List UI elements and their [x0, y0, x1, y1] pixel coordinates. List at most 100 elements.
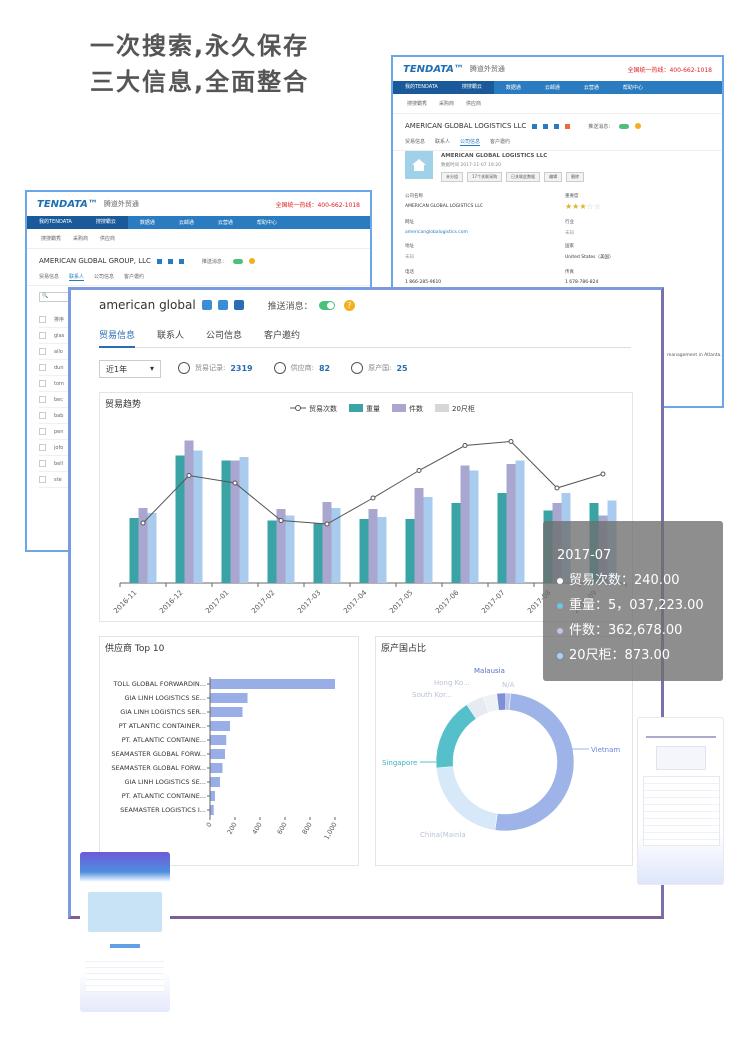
subnav-item[interactable]: 供应商 [466, 100, 481, 107]
legend-dot-icon [557, 652, 563, 659]
nav-item[interactable]: 我的TENDATA [27, 216, 84, 229]
field-label: 行业 [565, 220, 574, 225]
row-checkbox[interactable] [39, 348, 46, 355]
supplier-bar [210, 679, 335, 689]
tab-contacts[interactable]: 联系人 [69, 273, 85, 281]
nav-item[interactable]: 帮助中心 [611, 84, 655, 91]
donut-label: Hong Ko... [434, 679, 470, 687]
trend-bar [184, 440, 194, 583]
subnav-item[interactable]: 供应商 [100, 235, 115, 242]
row-checkbox[interactable] [39, 316, 46, 323]
push-toggle[interactable] [619, 123, 630, 129]
logo: TENDATA™ [403, 63, 464, 75]
subnav-item[interactable]: 搜搜霸秀 [41, 235, 61, 242]
field-value: United States（美国） [565, 255, 614, 260]
nav-item[interactable]: 云邮通 [533, 84, 572, 91]
nav-item[interactable]: 数据通 [494, 84, 533, 91]
linked-button[interactable]: 已关联此数据 [506, 172, 541, 182]
range-select[interactable]: 近1年 ▾ [99, 360, 161, 378]
group-select[interactable]: 未分组 [441, 172, 463, 182]
trend-point [462, 443, 468, 448]
preview-button [110, 944, 140, 948]
row-checkbox[interactable] [39, 412, 46, 419]
help-icon[interactable] [248, 258, 255, 264]
tab-contacts[interactable]: 联系人 [157, 328, 184, 347]
tooltip-line: 件数：362,678.00 [557, 618, 709, 643]
social-icon[interactable] [554, 123, 560, 129]
social-icon[interactable] [156, 258, 162, 264]
nav-item[interactable]: 云营通 [206, 219, 245, 226]
social-icon[interactable] [178, 258, 184, 264]
tab-invite[interactable]: 客户邀约 [124, 273, 144, 281]
donut-slice [435, 704, 477, 769]
hotline: 全国统一热线：400-662-1018 [627, 66, 712, 74]
trend-bar [423, 497, 433, 583]
nav-item[interactable]: 我的TENDATA [393, 81, 450, 94]
related-button[interactable]: 17个关联采购 [467, 172, 503, 182]
rating-stars[interactable]: ★★★☆☆ [565, 202, 601, 211]
trend-point [370, 495, 376, 501]
tab-trade[interactable]: 贸易信息 [39, 273, 59, 281]
row-checkbox[interactable] [39, 332, 46, 339]
trend-bar [175, 455, 185, 583]
supplier-bar [210, 693, 248, 703]
world-map-thumbnail [88, 892, 162, 932]
nav-item[interactable]: 数据通 [128, 219, 167, 226]
subnav-item[interactable]: 搜搜霸秀 [407, 100, 427, 107]
website-link[interactable]: americanglobalogistics.com [405, 230, 468, 235]
row-checkbox[interactable] [39, 364, 46, 371]
twitter-icon[interactable] [217, 300, 228, 310]
subnav-item[interactable]: 采购商 [73, 235, 88, 242]
social-icon[interactable] [532, 123, 538, 129]
donut-label: N/A [502, 681, 515, 689]
row-checkbox[interactable] [39, 380, 46, 387]
nav-item[interactable]: 云营通 [572, 84, 611, 91]
help-icon[interactable] [635, 123, 642, 129]
row-checkbox[interactable] [39, 444, 46, 451]
delete-button[interactable]: 删除 [566, 172, 585, 182]
push-toggle[interactable] [232, 258, 243, 264]
nav-item[interactable]: 搜搜霸云 [449, 81, 494, 94]
nav-item[interactable]: 帮助中心 [245, 219, 289, 226]
social-icon[interactable] [543, 123, 549, 129]
tab-company[interactable]: 公司信息 [460, 138, 481, 146]
row-checkbox[interactable] [39, 460, 46, 467]
row-checkbox[interactable] [39, 396, 46, 403]
row-checkbox[interactable] [39, 476, 46, 483]
social-icon[interactable] [167, 258, 173, 264]
field-label: 电话 [405, 270, 414, 275]
row-label: bec [54, 396, 63, 403]
row-label: allo [54, 348, 63, 355]
edit-button[interactable]: 编辑 [544, 172, 563, 182]
nav-item[interactable]: 云邮通 [167, 219, 206, 226]
tab-trade[interactable]: 贸易信息 [405, 138, 425, 146]
trend-point [554, 485, 560, 491]
supplier-label: GIA LINH LOGISTICS SE... [125, 778, 206, 786]
nav-item[interactable]: 搜搜霸云 [83, 216, 128, 229]
tab-invite[interactable]: 客户邀约 [264, 328, 300, 347]
stat-value: 2319 [230, 363, 253, 373]
tab-contacts[interactable]: 联系人 [435, 138, 450, 146]
globe-icon [351, 362, 364, 374]
supplier-label: GIA LINH LOGISTICS SE... [125, 694, 206, 702]
search-input[interactable]: 🔍 [39, 292, 69, 302]
trend-bar [377, 517, 387, 583]
preview-line [646, 736, 716, 738]
legend-swatch [349, 404, 363, 412]
subnav-item[interactable]: 采购商 [439, 100, 454, 107]
social-icon[interactable] [565, 123, 571, 129]
tab-company[interactable]: 公司信息 [94, 273, 114, 281]
row-label: 排序 [54, 317, 65, 323]
stat-label: 贸易记录: [195, 364, 226, 372]
trend-point [416, 468, 422, 473]
push-toggle[interactable] [318, 300, 335, 310]
row-checkbox[interactable] [39, 428, 46, 435]
tab-invite[interactable]: 客户邀约 [490, 138, 510, 146]
tab-company[interactable]: 公司信息 [206, 328, 242, 347]
tab-trade[interactable]: 贸易信息 [99, 328, 136, 348]
help-icon[interactable]: ? [343, 299, 355, 311]
social-share-icon[interactable] [201, 300, 212, 310]
linkedin-icon[interactable] [233, 300, 244, 310]
legend-dot-icon [557, 627, 563, 634]
donut-slice [494, 692, 575, 832]
